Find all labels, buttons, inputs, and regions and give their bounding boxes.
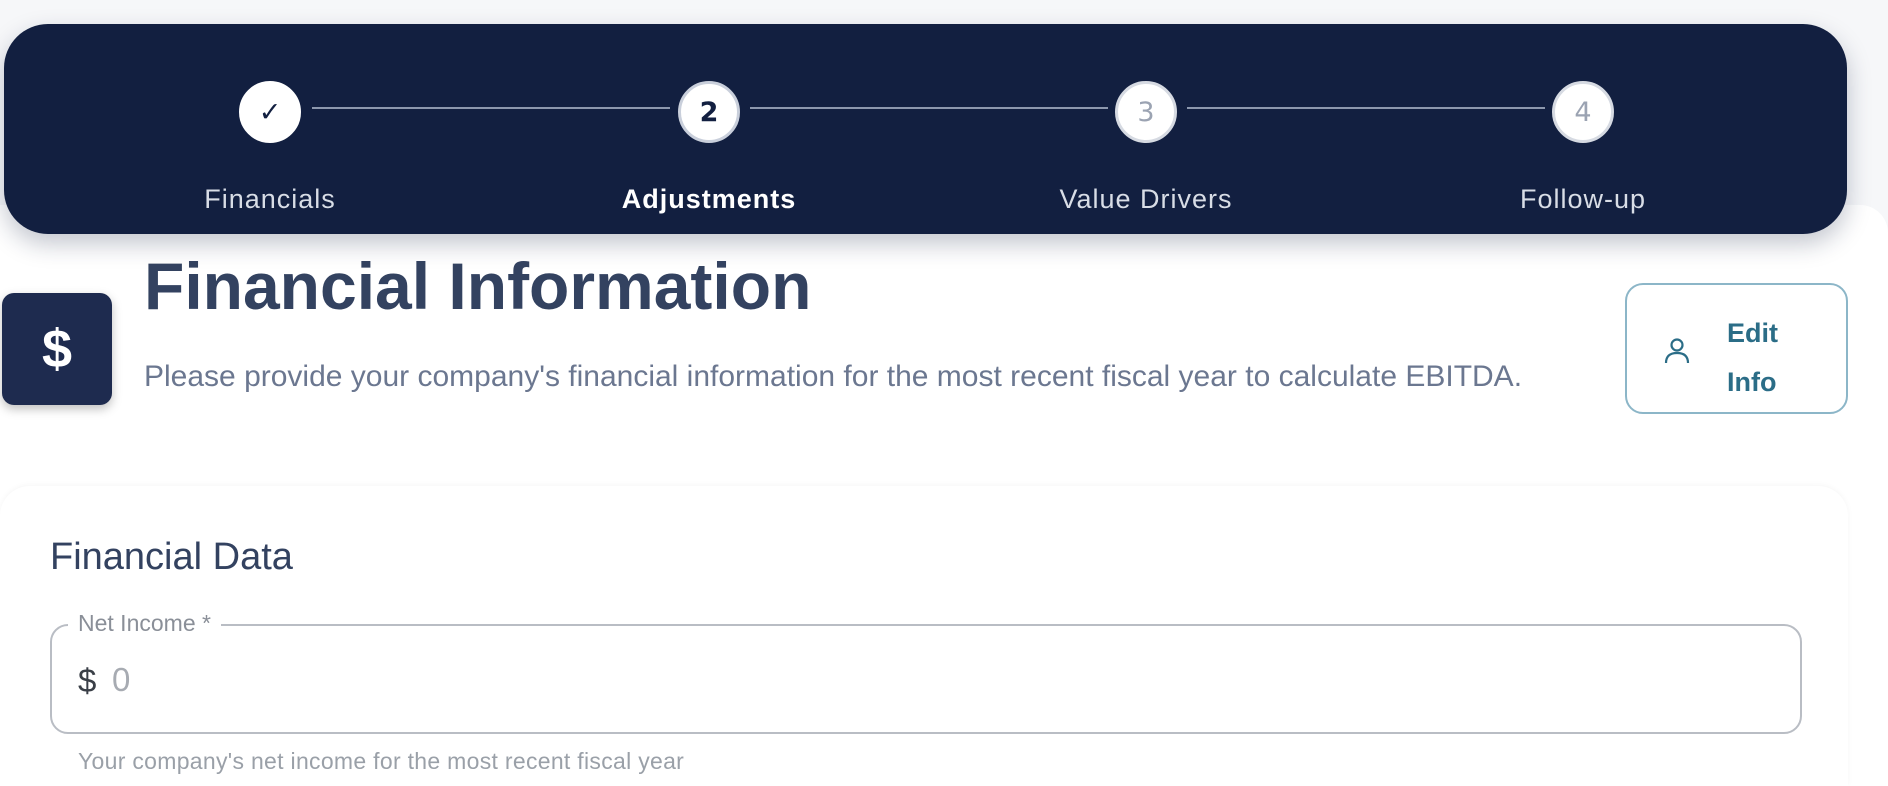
edit-info-line-2: Info: [1727, 367, 1777, 397]
step-4-label[interactable]: Follow-up: [1433, 184, 1733, 215]
step-connector: [750, 107, 1108, 109]
edit-info-button[interactable]: Edit Info: [1625, 283, 1848, 414]
edit-info-line-1: Edit: [1727, 318, 1778, 348]
user-icon: [1664, 338, 1690, 364]
page-subtitle: Please provide your company's financial …: [144, 360, 1523, 393]
net-income-label: Net Income *: [68, 610, 221, 637]
step-1-check-icon[interactable]: ✓: [239, 81, 301, 143]
step-3-label[interactable]: Value Drivers: [996, 184, 1296, 215]
step-2-marker[interactable]: 2: [678, 81, 740, 143]
step-2-label[interactable]: Adjustments: [559, 184, 859, 215]
currency-prefix: $: [78, 662, 97, 699]
section-title: Financial Data: [50, 536, 293, 578]
step-connector: [312, 107, 670, 109]
step-4-marker[interactable]: 4: [1552, 81, 1614, 143]
step-3-marker[interactable]: 3: [1115, 81, 1177, 143]
step-connector: [1187, 107, 1545, 109]
financial-data-panel: Financial Data Net Income * $ Your compa…: [0, 486, 1848, 786]
step-1-label[interactable]: Financials: [120, 184, 420, 215]
net-income-helper-text: Your company's net income for the most r…: [78, 748, 685, 774]
edit-info-label: Edit Info: [1727, 309, 1817, 407]
net-income-input[interactable]: [112, 658, 1752, 702]
progress-stepper: ✓ 2 3 4 Financials Adjustments Value Dri…: [4, 24, 1847, 234]
page-title: Financial Information: [144, 249, 812, 323]
dollar-icon: $: [2, 293, 112, 405]
